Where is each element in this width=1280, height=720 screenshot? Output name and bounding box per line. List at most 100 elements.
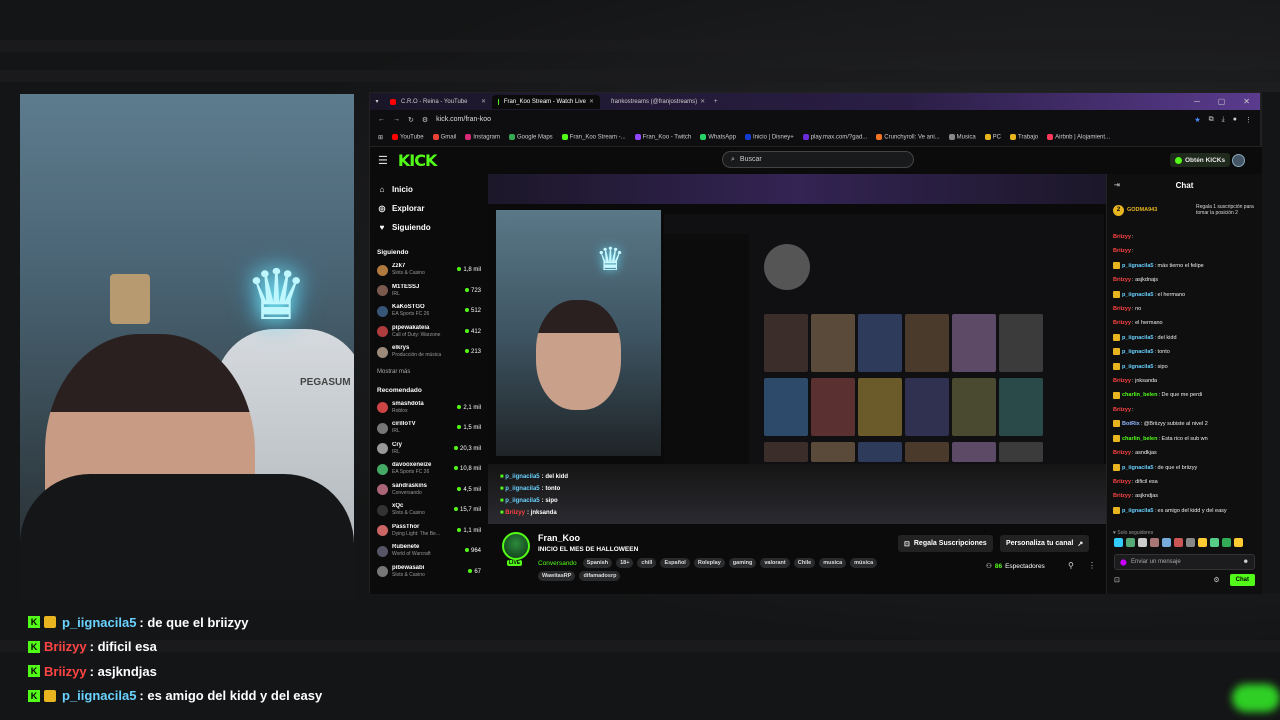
tab-tiktok[interactable]: frankostreams (@franjostreams) ✕ — [600, 95, 708, 109]
new-tab-icon[interactable]: + — [708, 99, 724, 105]
tag-pill[interactable]: gaming — [728, 558, 757, 568]
bookmark-item[interactable]: Crunchyroll: Ve ani... — [876, 134, 940, 141]
channel-item[interactable]: smashdota Roblox 2,1 mil — [377, 398, 481, 419]
emoji-icon[interactable]: ☻ — [1243, 559, 1249, 565]
gift-subs-button[interactable]: ⊡ Regala Suscripciones — [898, 535, 993, 552]
get-kicks-button[interactable]: Obtén KICKs — [1170, 153, 1231, 167]
hamburger-menu-icon[interactable]: ☰ — [378, 154, 388, 167]
chat-username[interactable]: charlin_belen — [1122, 392, 1157, 398]
show-more-link[interactable]: Mostrar más — [377, 369, 481, 375]
bookmark-item[interactable]: WhatsApp — [700, 134, 736, 141]
apps-icon[interactable]: ⊞ — [378, 134, 383, 141]
bookmark-item[interactable]: PC — [984, 134, 1001, 141]
nav-inicio[interactable]: ⌂ Inicio — [378, 180, 481, 199]
streamer-name[interactable]: Fran_Koo — [538, 533, 580, 543]
channel-item[interactable]: Rubenete World of Warcraft 964 — [377, 541, 481, 562]
bookmark-item[interactable]: Fran_Koo Stream -... — [561, 134, 626, 141]
bookmark-item[interactable]: Inicio | Disney+ — [744, 134, 794, 141]
tag-pill[interactable]: música — [850, 558, 878, 568]
bookmark-item[interactable]: Airbnb | Alojamient... — [1047, 134, 1110, 141]
reload-icon[interactable]: ↻ — [408, 116, 414, 124]
collapse-chat-icon[interactable]: ⇥ — [1114, 181, 1120, 189]
bookmark-item[interactable]: Musica — [948, 134, 976, 141]
back-icon[interactable]: ← — [378, 116, 385, 123]
message-input[interactable]: ⬤ Enviar un mensaje ☻ — [1114, 554, 1255, 570]
bookmark-star-icon[interactable]: ★ — [1194, 116, 1200, 124]
tag-pill[interactable]: valorant — [760, 558, 790, 568]
emote-icon[interactable] — [1114, 538, 1123, 547]
chat-username[interactable]: Briizyy — [1113, 277, 1131, 283]
chat-username[interactable]: Briizyy — [1113, 306, 1131, 312]
tag-pill[interactable]: Chile — [793, 558, 816, 568]
emote-icon[interactable] — [1126, 538, 1135, 547]
extensions-icon[interactable]: ⧉ — [1209, 116, 1214, 124]
tab-menu-icon[interactable]: ▾ — [370, 98, 384, 105]
channel-item[interactable]: PassThor Dying Light: The Be... 1,1 mil — [377, 521, 481, 542]
close-icon[interactable]: ✕ — [700, 98, 705, 105]
chat-username[interactable]: p_iignacila5 — [1122, 508, 1154, 514]
emote-icon[interactable] — [1150, 538, 1159, 547]
tab-kick[interactable]: Fran_Koo Stream - Watch Live ✕ — [492, 94, 600, 109]
emote-icon[interactable] — [1186, 538, 1195, 547]
channel-item[interactable]: pipewakateia Call of Duty: Warzone 412 — [377, 322, 481, 343]
tag-pill[interactable]: Roleplay — [693, 558, 725, 568]
user-avatar[interactable] — [1232, 154, 1245, 167]
bookmark-item[interactable]: Fran_Koo - Twitch — [634, 134, 691, 141]
channel-item[interactable]: Zzk7 Slots & Casino 1,8 mil — [377, 260, 481, 281]
send-chat-button[interactable]: Chat — [1229, 574, 1255, 586]
bookmark-item[interactable]: Instagram — [465, 134, 500, 141]
emote-icon[interactable] — [1210, 538, 1219, 547]
chat-username[interactable]: p_iignacila5 — [1122, 292, 1154, 298]
chat-username[interactable]: BotRix — [1122, 421, 1140, 427]
chat-username[interactable]: p_iignacila5 — [1122, 364, 1154, 370]
forward-icon[interactable]: → — [393, 116, 400, 123]
channel-item[interactable]: elkrys Producción de música 213 — [377, 342, 481, 363]
channel-item[interactable]: M1TESSJ IRL 723 — [377, 281, 481, 302]
nav-explorar[interactable]: ◎ Explorar — [378, 199, 481, 218]
url-field[interactable]: kick.com/fran-koo — [436, 116, 1186, 123]
chat-username[interactable]: p_iignacila5 — [1122, 263, 1154, 269]
channel-item[interactable]: KaKoSTGO EA Sports FC 26 512 — [377, 301, 481, 322]
chat-username[interactable]: Briizyy — [1113, 450, 1131, 456]
emote-icon[interactable] — [1138, 538, 1147, 547]
chat-username[interactable]: charlin_belen — [1122, 436, 1157, 442]
minimize-icon[interactable]: ─ — [1194, 97, 1200, 106]
more-options-icon[interactable]: ⋮ — [1088, 561, 1096, 570]
tag-pill[interactable]: WawitasRP — [538, 571, 576, 581]
close-window-icon[interactable]: ✕ — [1243, 97, 1250, 106]
close-icon[interactable]: ✕ — [589, 98, 594, 105]
video-player[interactable]: ♛ ■ p_iignacila5: del kidd ■ p_iignacila5… — [488, 174, 1106, 524]
tag-pill[interactable]: musica — [819, 558, 847, 568]
emote-icon[interactable] — [1198, 538, 1207, 547]
bookmark-item[interactable]: YouTube — [392, 134, 424, 141]
emote-icon[interactable] — [1222, 538, 1231, 547]
chat-username[interactable]: p_iignacila5 — [1122, 465, 1154, 471]
chat-username[interactable]: Briizyy — [1113, 234, 1131, 240]
bookmark-item[interactable]: Gmail — [432, 134, 456, 141]
chat-username[interactable]: Briizyy — [1113, 248, 1131, 254]
maximize-icon[interactable]: ▢ — [1218, 97, 1226, 106]
streamer-avatar[interactable] — [502, 532, 530, 560]
tag-pill[interactable]: 18+ — [616, 558, 634, 568]
chat-username[interactable]: Briizyy — [1113, 493, 1131, 499]
customize-channel-button[interactable]: Personaliza tu canal ↗ — [1000, 535, 1090, 552]
tab-youtube[interactable]: C.R.O - Reina - YouTube ✕ — [384, 95, 492, 109]
chat-username[interactable]: Briizyy — [1113, 479, 1131, 485]
channel-item[interactable]: cirilloTV IRL 1,5 mil — [377, 418, 481, 439]
emote-icon[interactable] — [1162, 538, 1171, 547]
close-icon[interactable]: ✕ — [481, 98, 486, 105]
channel-item[interactable]: sandraskins Conversando 4,5 mil — [377, 480, 481, 501]
tag-pill[interactable]: Español — [660, 558, 690, 568]
bookmark-item[interactable]: Trabajo — [1010, 134, 1038, 141]
settings-icon[interactable]: ⚙ — [1213, 576, 1219, 584]
chat-username[interactable]: Briizyy — [1113, 320, 1131, 326]
emote-icon[interactable] — [1234, 538, 1243, 547]
channel-item[interactable]: Cry IRL 20,3 mil — [377, 439, 481, 460]
tag-pill[interactable]: difamadosrp — [579, 571, 621, 581]
leader-user[interactable]: GODMA943 — [1127, 207, 1157, 213]
tag-pill[interactable]: Spanish — [582, 558, 613, 568]
bookmark-item[interactable]: Google Maps — [508, 134, 553, 141]
bookmark-item[interactable]: play.max.com/?gad... — [802, 134, 867, 141]
kick-logo[interactable]: KICK — [398, 151, 437, 170]
emote-icon[interactable] — [1174, 538, 1183, 547]
